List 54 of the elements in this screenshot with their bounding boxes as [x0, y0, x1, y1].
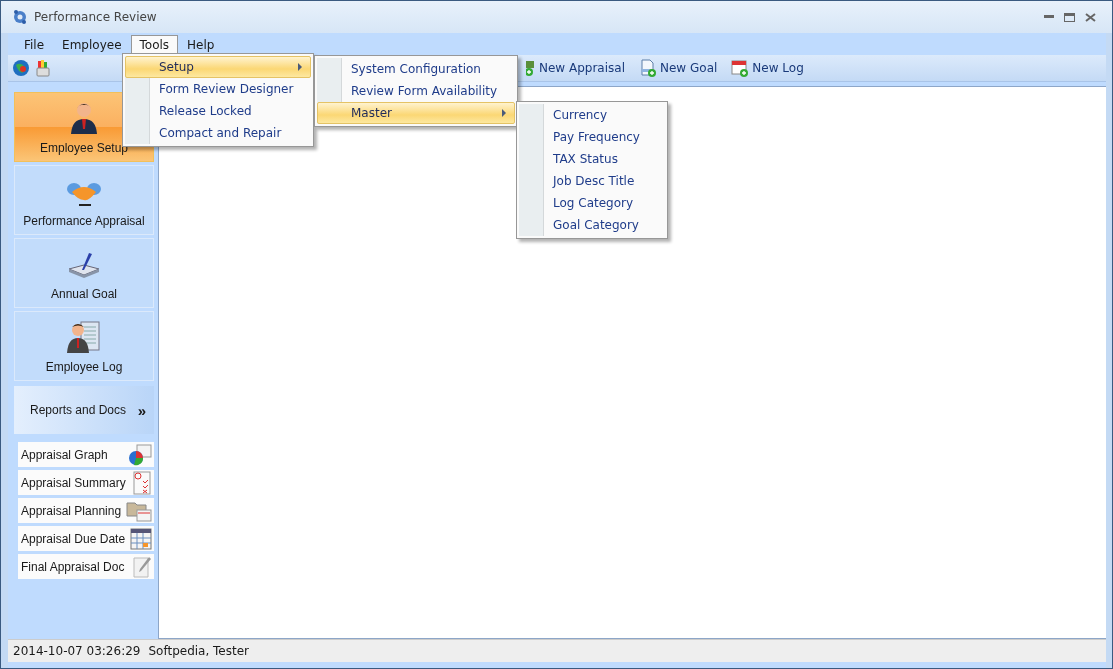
expand-toggle[interactable]: » [137, 401, 146, 419]
menu-item[interactable]: Job Desc Title [519, 170, 665, 192]
menu-item[interactable]: Log Category [519, 192, 665, 214]
document-pencil-icon [132, 554, 152, 579]
menu-bar-item[interactable]: Employee [53, 35, 131, 55]
nav-button[interactable]: Annual Goal [14, 238, 154, 308]
report-link[interactable]: Appraisal Planning [18, 498, 154, 523]
report-label: Final Appraisal Doc [21, 559, 125, 574]
nav-button[interactable]: Performance Appraisal [14, 165, 154, 235]
report-label: Appraisal Due Date [21, 531, 126, 546]
menu-item[interactable]: Pay Frequency [519, 126, 665, 148]
calendar-grid-icon [130, 527, 152, 550]
checklist-icon [132, 470, 152, 495]
nav-label: Performance Appraisal [23, 214, 145, 228]
menu-bar-item[interactable]: Help [178, 35, 224, 55]
menu-bar-item[interactable]: File [15, 35, 54, 55]
report-link[interactable]: Final Appraisal Doc [18, 554, 154, 579]
pencil-cup-icon[interactable] [36, 59, 50, 77]
document-add-icon [639, 59, 657, 77]
man-with-document-icon [67, 320, 101, 354]
book-pen-icon [67, 251, 101, 281]
user-name: Softpedia, Tester [148, 644, 249, 658]
menu-item[interactable]: Setup [125, 56, 311, 78]
nav-button[interactable]: Employee Log [14, 311, 154, 381]
minimize-icon[interactable] [1044, 15, 1054, 19]
window-title: Performance Review [34, 10, 158, 24]
toolbar-button[interactable]: New Goal [635, 59, 722, 77]
section-header[interactable]: Reports and Docs » [14, 386, 154, 434]
report-label: Appraisal Graph [21, 447, 108, 462]
nav-label: Employee Log [45, 360, 123, 374]
close-icon[interactable] [1085, 12, 1096, 22]
folder-icon [126, 499, 152, 522]
report-label: Appraisal Planning [21, 503, 122, 518]
menu-item[interactable]: TAX Status [519, 148, 665, 170]
calendar-add-icon [731, 59, 750, 77]
maximize-icon[interactable] [1064, 12, 1075, 22]
report-link[interactable]: Appraisal Summary [18, 470, 154, 495]
report-link[interactable]: Appraisal Due Date [18, 526, 154, 551]
section-title: Reports and Docs [30, 403, 127, 417]
menu-item[interactable]: Review Form Availability [317, 80, 515, 102]
menu-item[interactable]: Goal Category [519, 214, 665, 236]
toolbar-button[interactable]: New Appraisal [522, 59, 629, 77]
globe-icon[interactable] [12, 59, 30, 77]
toolbar-button[interactable]: New Log [727, 59, 808, 77]
menu-item[interactable]: Currency [519, 104, 665, 126]
menu-bar-item[interactable]: Tools [130, 35, 179, 55]
businessman-icon [68, 101, 100, 135]
menu-item[interactable]: Master [317, 102, 515, 124]
pie-chart-icon [128, 443, 152, 466]
report-link[interactable]: Appraisal Graph [18, 442, 154, 467]
report-label: Appraisal Summary [21, 475, 126, 490]
nav-label: Annual Goal [50, 287, 117, 301]
timestamp: 2014-10-07 03:26:29 [13, 644, 141, 658]
menu-item[interactable]: System Configuration [317, 58, 515, 80]
